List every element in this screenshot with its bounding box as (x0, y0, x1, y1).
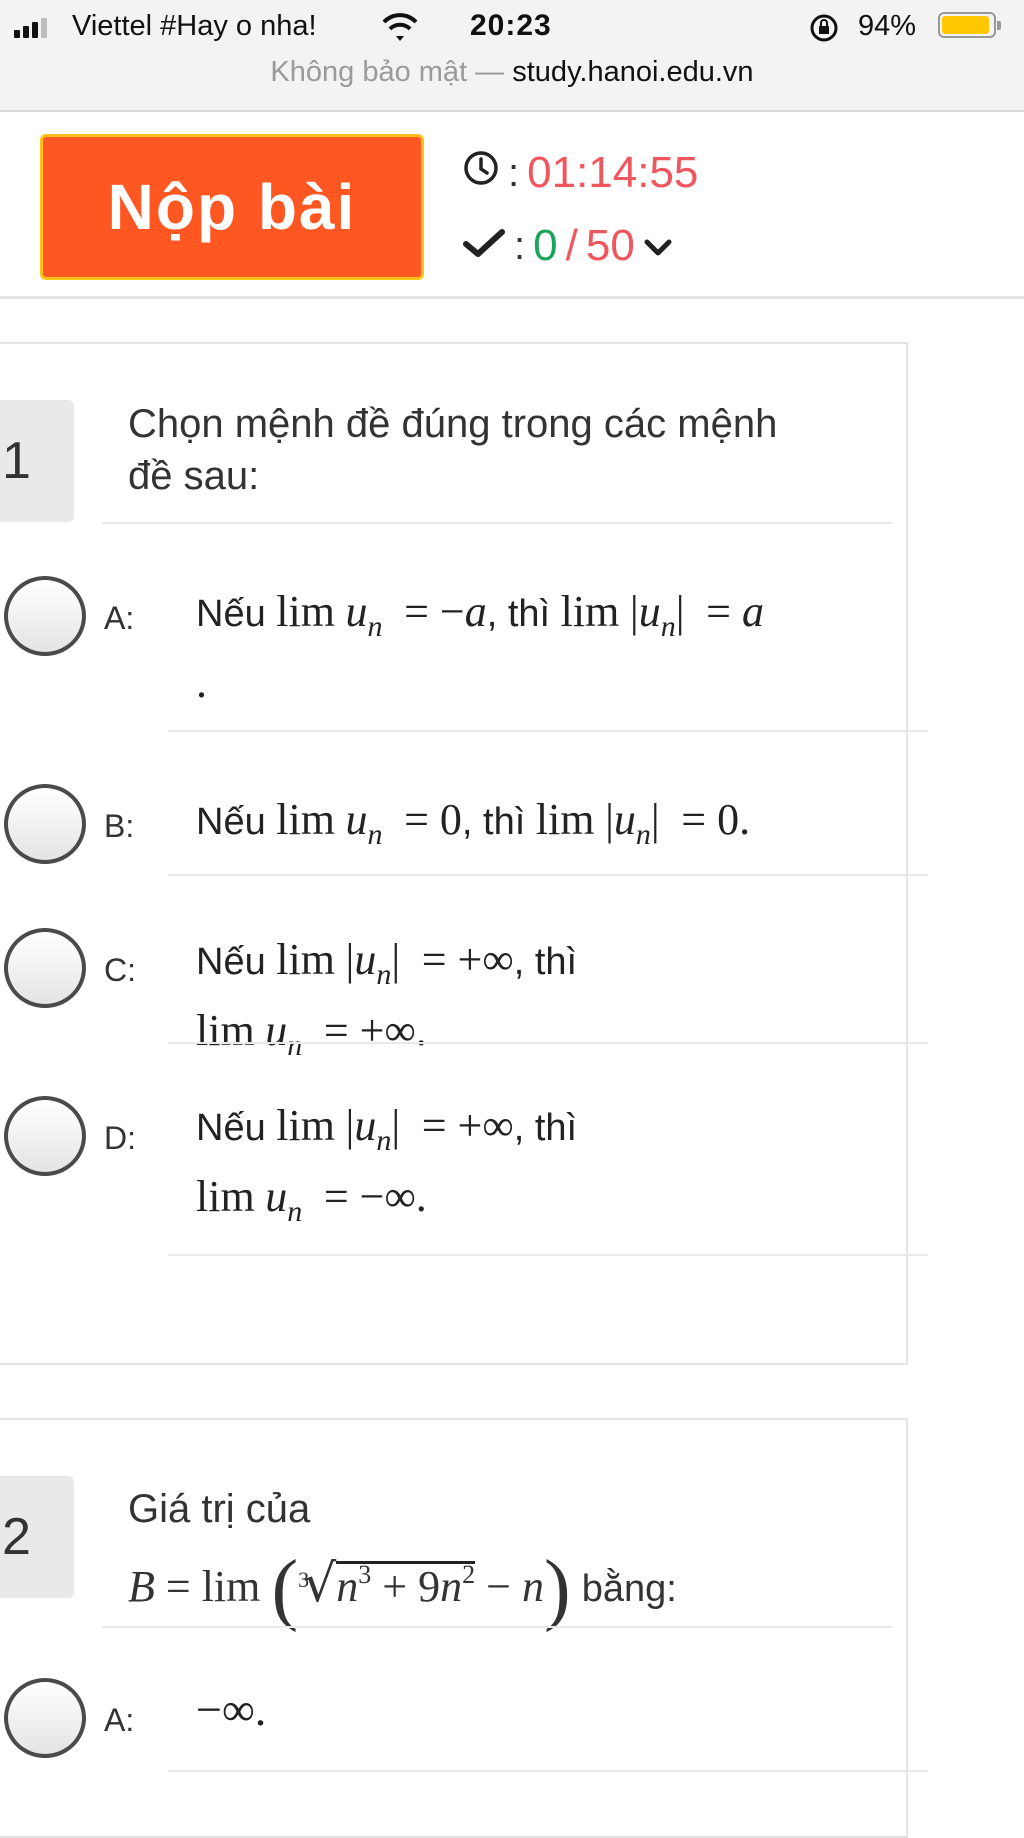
divider (102, 1626, 892, 1628)
question-card-2: 2 Giá trị của B = lim (3√n3 + 9n2 − n) b… (0, 1418, 928, 1838)
timer: : 01:14:55 (462, 148, 698, 198)
exam-toolbar: Nộp bài : 01:14:55 : 0 / 50 (0, 112, 1024, 299)
question-number: 1 (0, 400, 74, 522)
timer-value: 01:14:55 (527, 148, 699, 197)
word: Nếu (196, 1107, 266, 1149)
math-lim: lim (196, 1172, 255, 1221)
option-b-letter: B: (104, 808, 135, 844)
math-lim: lim (276, 1101, 335, 1150)
battery-icon (938, 12, 1001, 38)
word: thì (534, 1107, 578, 1149)
word: Nếu (196, 593, 266, 635)
question-text-line: Chọn mệnh đề đúng trong các mệnh (128, 402, 778, 446)
submit-button[interactable]: Nộp bài (40, 134, 424, 280)
clock: 20:23 (470, 9, 552, 42)
answered-count: 0 (533, 221, 558, 270)
question-text-line: đề sau: (128, 454, 260, 498)
math-lim: lim (535, 795, 595, 844)
divider (102, 522, 892, 524)
math-lim: lim (276, 587, 335, 636)
address-bar[interactable]: Không bảo mật — study.hanoi.edu.vn (0, 56, 1024, 89)
divider (168, 1254, 928, 1256)
math-lim: lim (560, 587, 620, 636)
status-bar: Viettel #Hay o nha! 20:23 94% Không bảo … (0, 0, 1024, 112)
word: Nếu (196, 801, 266, 843)
rotation-lock-icon (808, 12, 840, 49)
word: thì (534, 941, 578, 983)
security-label: Không bảo mật — (270, 56, 505, 88)
word: Nếu (196, 941, 266, 983)
clock-icon (462, 148, 500, 198)
question-number: 2 (0, 1476, 74, 1598)
option-a-text: Nếu lim un = −a, thì lim |un| = a . (196, 587, 764, 707)
word: thì (507, 593, 551, 635)
question-text: Chọn mệnh đề đúng trong các mệnh đề sau: (128, 398, 777, 502)
total-count: 50 (585, 221, 635, 270)
option-d-text: Nếu lim |un| = +∞, thì lim un = −∞. (196, 1101, 578, 1228)
math-lim: lim (196, 1006, 255, 1055)
question-text-suffix: bằng: (581, 1568, 677, 1610)
option-b-radio[interactable] (4, 784, 86, 864)
answer-progress[interactable]: : 0 / 50 (462, 218, 673, 274)
carrier-name: Viettel #Hay o nha! (72, 10, 317, 42)
question-text: Giá trị của B = lim (3√n3 + 9n2 − n) bằn… (128, 1476, 677, 1633)
wifi-icon (380, 10, 420, 47)
option-a-letter: A: (104, 600, 135, 636)
progress-slash: / (565, 221, 578, 270)
option-c-text: Nếu lim |un| = +∞, thì lim un = +∞. (196, 935, 578, 1062)
word: thì (483, 801, 526, 843)
question-text-line: Giá trị của (128, 1487, 311, 1531)
url-host: study.hanoi.edu.vn (512, 56, 754, 88)
divider (168, 1770, 928, 1772)
battery-fill (942, 16, 989, 34)
option-c-letter: C: (104, 952, 136, 988)
option-d-radio[interactable] (4, 1096, 86, 1176)
option-c-radio[interactable] (4, 928, 86, 1008)
chevron-down-icon[interactable] (643, 221, 673, 271)
progress-separator: : (514, 223, 526, 268)
option-a-radio[interactable] (4, 1678, 86, 1758)
signal-icon (14, 16, 47, 38)
option-a-letter: A: (104, 1702, 135, 1738)
option-a-radio[interactable] (4, 576, 86, 656)
checkmark-icon (462, 221, 506, 271)
divider (168, 730, 928, 732)
math-lim: lim (276, 935, 335, 984)
divider (168, 874, 928, 876)
divider (168, 1042, 928, 1044)
question-formula: B = lim (3√n3 + 9n2 − n) bằng: (128, 1545, 677, 1633)
timer-separator: : (508, 150, 520, 195)
battery-percent: 94% (858, 10, 917, 42)
option-d-letter: D: (104, 1120, 136, 1156)
question-card-1: 1 Chọn mệnh đề đúng trong các mệnh đề sa… (0, 342, 928, 1365)
math-lim: lim (276, 795, 335, 844)
option-a-text: −∞. (196, 1684, 267, 1735)
option-b-text: Nếu lim un = 0, thì lim |un| = 0. (196, 795, 751, 851)
